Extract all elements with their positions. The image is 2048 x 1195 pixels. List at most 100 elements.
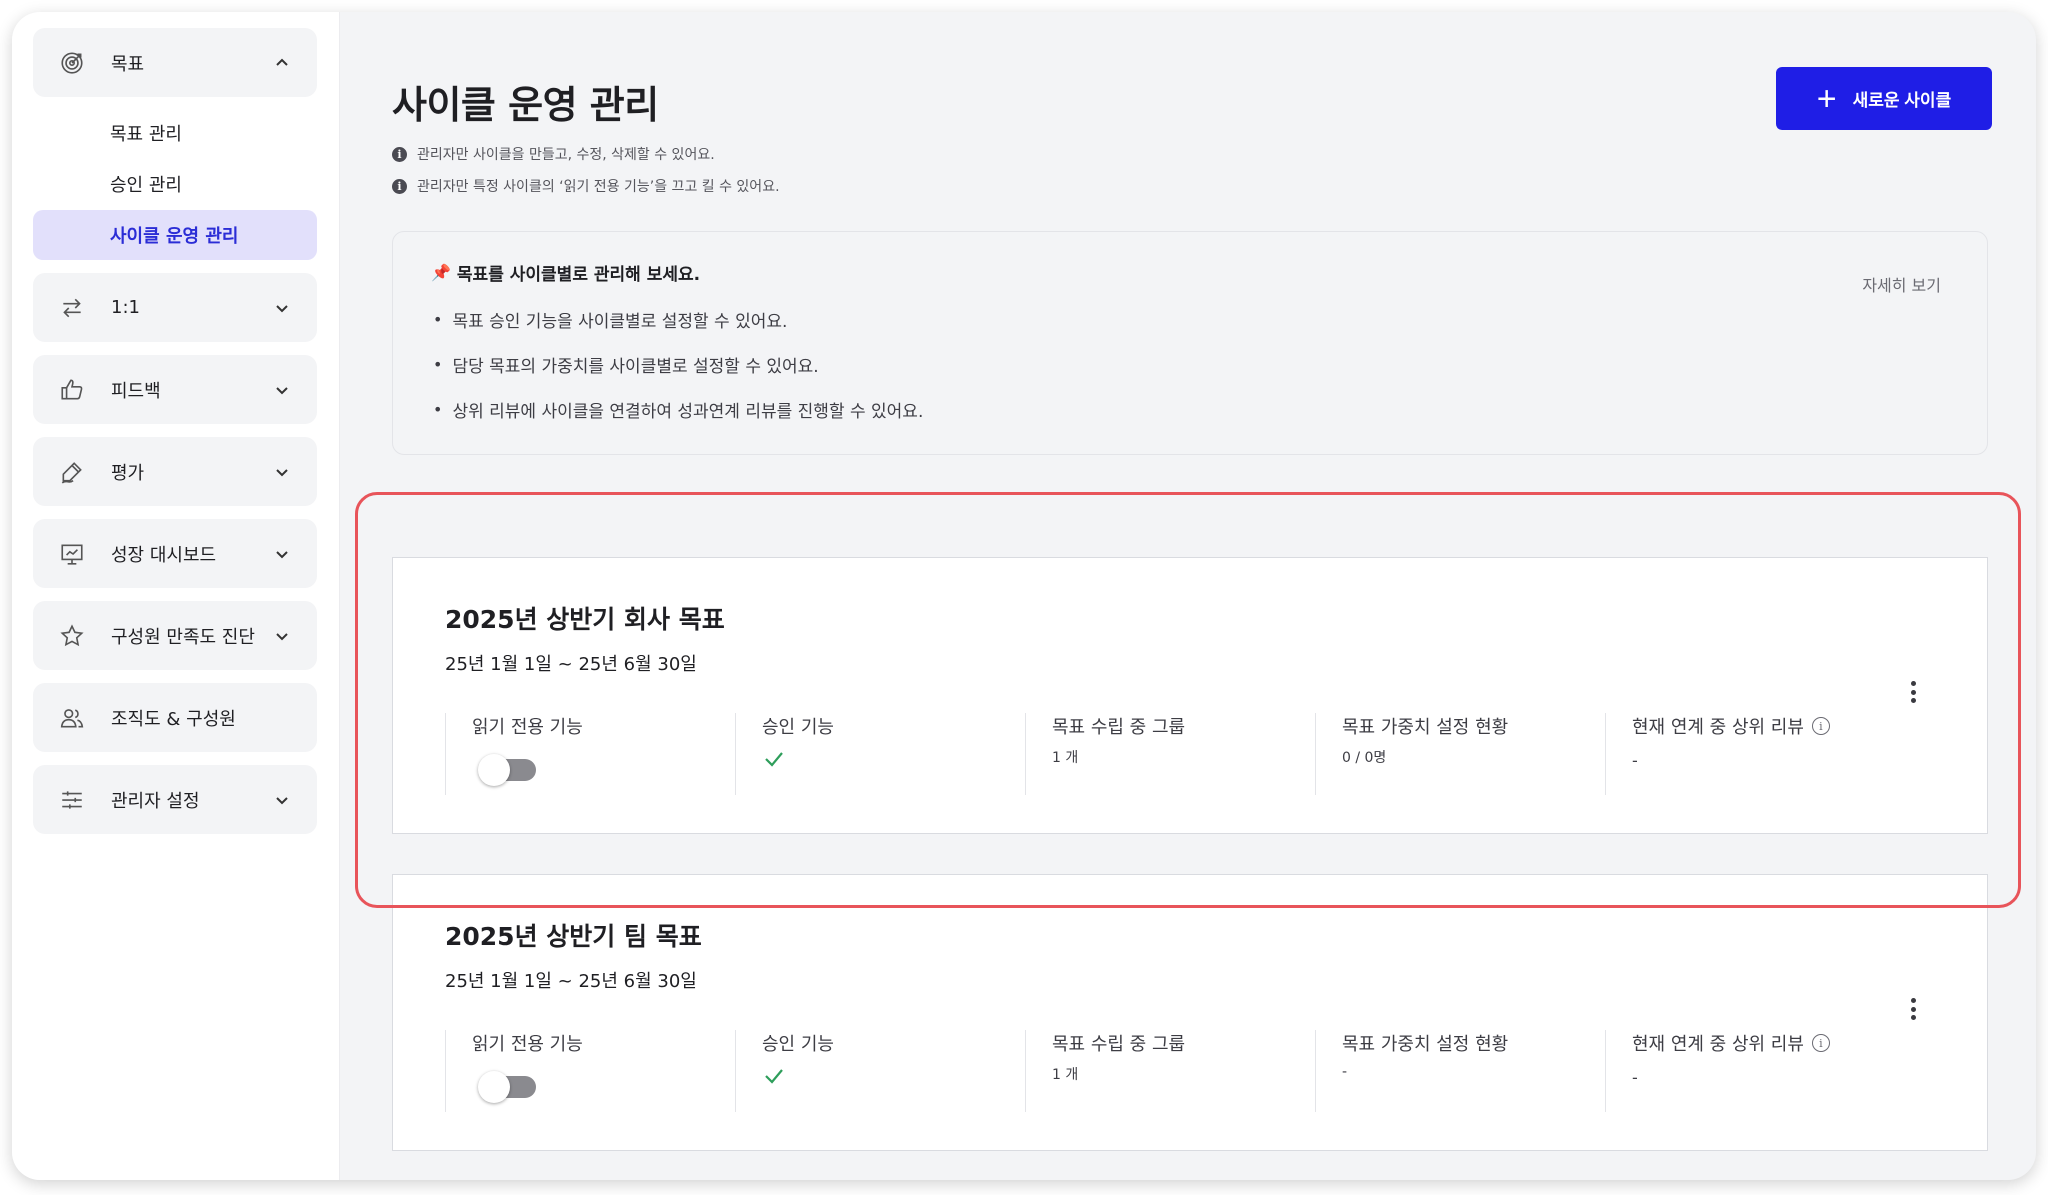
column-label-text: 현재 연계 중 상위 리뷰 [1632, 1034, 1804, 1055]
pen-icon [57, 457, 87, 487]
sidebar-group-org-chart[interactable]: 조직도 & 구성원 [33, 683, 317, 752]
column-label: 목표 가중치 설정 현황 [1342, 717, 1509, 738]
info-list-item-text: 상위 리뷰에 사이클을 연결하여 성과연계 리뷰를 진행할 수 있어요. [452, 402, 924, 422]
sidebar-group-admin-settings[interactable]: 관리자 설정 [33, 765, 317, 834]
column-label: 승인 기능 [762, 717, 834, 738]
star-icon [57, 621, 87, 651]
column-label: 현재 연계 중 상위 리뷰 i [1632, 1030, 1895, 1056]
sidebar-group-feedback[interactable]: 피드백 [33, 355, 317, 424]
column-label: 읽기 전용 기능 [472, 717, 583, 738]
new-cycle-button[interactable]: + 새로운 사이클 [1776, 67, 1992, 130]
chevron-down-icon [273, 463, 291, 481]
column-label-text: 현재 연계 중 상위 리뷰 [1632, 717, 1804, 738]
chevron-down-icon [273, 381, 291, 399]
users-icon [57, 703, 87, 733]
admin-note: i 관리자만 사이클을 만들고, 수정, 삭제할 수 있어요. [392, 138, 780, 170]
info-list-item: • 목표 승인 기능을 사이클별로 설정할 수 있어요. [431, 297, 1949, 342]
pushpin-icon: 📌 [431, 263, 451, 282]
sidebar-item-approval-management[interactable]: 승인 관리 [33, 159, 317, 209]
page-title: 사이클 운영 관리 [392, 83, 659, 127]
more-options-icon[interactable] [1903, 678, 1923, 706]
goal-groups-value: 1 개 [1052, 750, 1079, 766]
chevron-down-icon [273, 627, 291, 645]
chevron-down-icon [273, 545, 291, 563]
read-only-column: 읽기 전용 기능 [445, 713, 735, 795]
sidebar-group-label: 관리자 설정 [111, 790, 200, 812]
app-window: 목표 목표 관리 승인 관리 사이클 운영 관리 1:1 피드백 평가 성장 대… [12, 12, 2036, 1180]
sidebar-item-cycle-management[interactable]: 사이클 운영 관리 [33, 210, 317, 260]
sidebar-group-satisfaction-survey[interactable]: 구성원 만족도 진단 [33, 601, 317, 670]
cycle-attributes: 읽기 전용 기능 승인 기능 목표 수립 중 그룹 1 개 목표 가중치 설정 … [445, 1030, 1895, 1112]
main-content: 사이클 운영 관리 i 관리자만 사이클을 만들고, 수정, 삭제할 수 있어요… [340, 12, 2036, 1180]
more-details-link[interactable]: 자세히 보기 [1862, 272, 1941, 296]
info-icon[interactable]: i [1811, 1034, 1830, 1052]
weight-status-column: 목표 가중치 설정 현황 0 / 0명 [1315, 713, 1605, 795]
column-label: 현재 연계 중 상위 리뷰 i [1632, 713, 1895, 739]
chevron-up-icon [273, 54, 291, 72]
info-box-title: 📌 목표를 사이클별로 관리해 보세요. [431, 260, 1949, 285]
goal-groups-column: 목표 수립 중 그룹 1 개 [1025, 1030, 1315, 1112]
weight-status-column: 목표 가중치 설정 현황 - [1315, 1030, 1605, 1112]
checkmark-icon [765, 1069, 783, 1084]
chevron-down-icon [273, 791, 291, 809]
weight-status-value: 0 / 0명 [1342, 750, 1387, 766]
goal-sub-menu: 목표 관리 승인 관리 사이클 운영 관리 [33, 108, 317, 260]
sidebar-group-evaluation[interactable]: 평가 [33, 437, 317, 506]
sidebar-group-label: 1:1 [111, 297, 140, 318]
read-only-column: 읽기 전용 기능 [445, 1030, 735, 1112]
sidebar-group-label: 성장 대시보드 [111, 544, 217, 566]
cycle-period: 25년 1월 1일 ~ 25년 6월 30일 [445, 654, 697, 675]
cycle-period: 25년 1월 1일 ~ 25년 6월 30일 [445, 971, 697, 992]
cycle-title: 2025년 상반기 팀 목표 [445, 922, 702, 951]
linked-review-value: - [1632, 1068, 1638, 1087]
linked-review-column: 현재 연계 중 상위 리뷰 i - [1605, 713, 1895, 795]
cycle-card: 2025년 상반기 회사 목표 25년 1월 1일 ~ 25년 6월 30일 읽… [392, 557, 1988, 834]
presentation-chart-icon [57, 539, 87, 569]
cycle-card: 2025년 상반기 팀 목표 25년 1월 1일 ~ 25년 6월 30일 읽기… [392, 874, 1988, 1151]
info-icon: i [392, 178, 407, 194]
column-label: 읽기 전용 기능 [472, 1034, 583, 1055]
approval-column: 승인 기능 [735, 713, 1025, 795]
plus-icon: + [1816, 79, 1837, 118]
admin-notes: i 관리자만 사이클을 만들고, 수정, 삭제할 수 있어요. i 관리자만 특… [392, 138, 780, 202]
cycle-info-box: 📌 목표를 사이클별로 관리해 보세요. • 목표 승인 기능을 사이클별로 설정… [392, 231, 1988, 455]
sidebar-item-goal-management[interactable]: 목표 관리 [33, 108, 317, 158]
info-icon: i [392, 146, 407, 162]
info-list-item-text: 목표 승인 기능을 사이클별로 설정할 수 있어요. [452, 312, 788, 332]
sidebar-group-goal[interactable]: 목표 [33, 28, 317, 97]
note-text: 관리자만 사이클을 만들고, 수정, 삭제할 수 있어요. [417, 147, 715, 163]
column-label: 목표 수립 중 그룹 [1052, 1034, 1186, 1055]
column-label: 승인 기능 [762, 1034, 834, 1055]
read-only-toggle[interactable] [478, 1071, 536, 1103]
info-box-title-text: 목표를 사이클별로 관리해 보세요. [456, 265, 701, 285]
sidebar-group-label: 피드백 [111, 380, 161, 402]
admin-note: i 관리자만 특정 사이클의 ‘읽기 전용 기능’을 끄고 킬 수 있어요. [392, 170, 780, 202]
read-only-toggle[interactable] [478, 754, 536, 786]
cycle-title: 2025년 상반기 회사 목표 [445, 605, 725, 634]
sidebar: 목표 목표 관리 승인 관리 사이클 운영 관리 1:1 피드백 평가 성장 대… [12, 12, 340, 1180]
sidebar-group-label: 조직도 & 구성원 [111, 708, 236, 730]
info-list-item: • 담당 목표의 가중치를 사이클별로 설정할 수 있어요. [431, 342, 1949, 387]
cycle-attributes: 읽기 전용 기능 승인 기능 목표 수립 중 그룹 1 개 목표 가중치 설정 … [445, 713, 1895, 795]
new-cycle-button-label: 새로운 사이클 [1852, 91, 1952, 110]
sliders-icon [57, 785, 87, 815]
chevron-down-icon [273, 299, 291, 317]
checkmark-icon [765, 752, 783, 767]
info-list-item-text: 담당 목표의 가중치를 사이클별로 설정할 수 있어요. [452, 357, 819, 377]
sidebar-group-growth-dashboard[interactable]: 성장 대시보드 [33, 519, 317, 588]
swap-arrows-icon [57, 293, 87, 323]
sidebar-group-label: 목표 [111, 53, 145, 75]
sidebar-group-one-on-one[interactable]: 1:1 [33, 273, 317, 342]
approval-column: 승인 기능 [735, 1030, 1025, 1112]
target-icon [57, 48, 87, 78]
sidebar-group-label: 구성원 만족도 진단 [111, 626, 255, 648]
info-icon[interactable]: i [1811, 717, 1830, 735]
linked-review-value: - [1632, 751, 1638, 770]
weight-status-value: - [1342, 1064, 1348, 1080]
thumbs-up-icon [57, 375, 87, 405]
linked-review-column: 현재 연계 중 상위 리뷰 i - [1605, 1030, 1895, 1112]
more-options-icon[interactable] [1903, 995, 1923, 1023]
sidebar-group-label: 평가 [111, 462, 145, 484]
goal-groups-value: 1 개 [1052, 1067, 1079, 1083]
info-list-item: • 상위 리뷰에 사이클을 연결하여 성과연계 리뷰를 진행할 수 있어요. [431, 387, 1949, 432]
